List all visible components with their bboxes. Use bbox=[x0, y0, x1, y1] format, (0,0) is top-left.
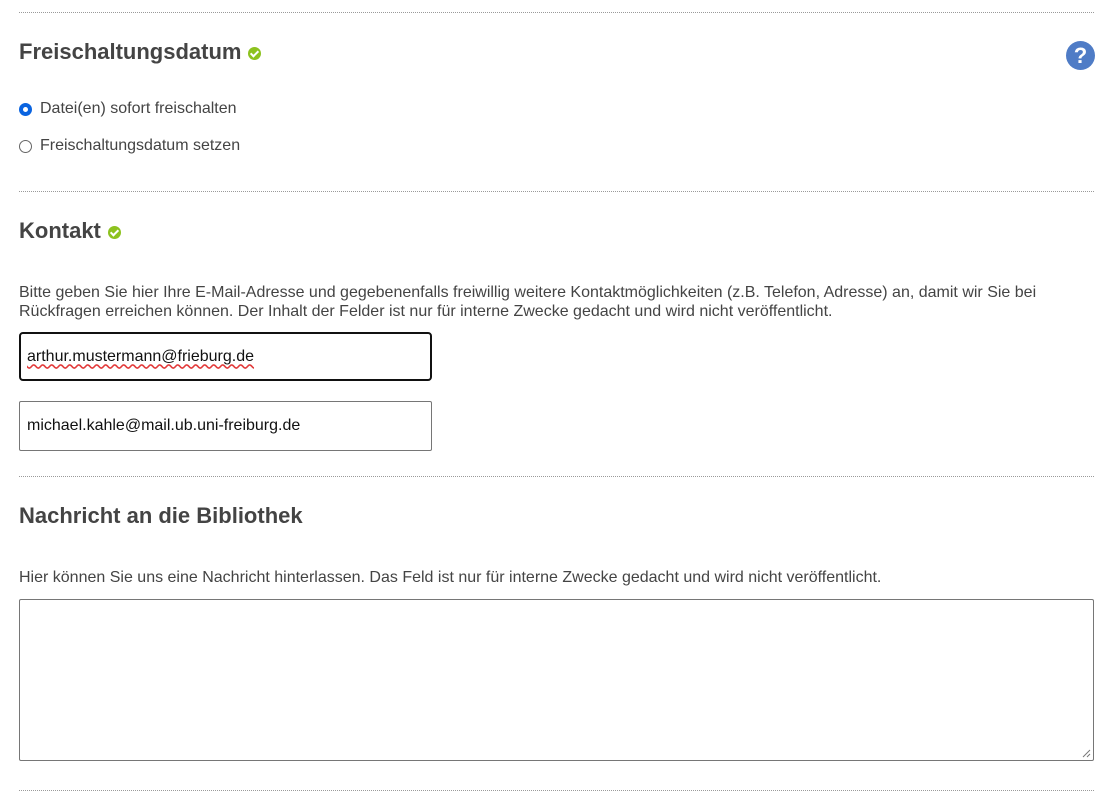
check-circle-icon bbox=[107, 225, 121, 239]
message-title: Nachricht an die Bibliothek bbox=[19, 503, 303, 528]
help-icon[interactable]: ? bbox=[1066, 41, 1095, 70]
check-circle-icon bbox=[248, 46, 262, 60]
radio-set-release-date[interactable]: Freischaltungsdatum setzen bbox=[19, 137, 240, 155]
section-title-message: Nachricht an die Bibliothek bbox=[19, 505, 303, 527]
email-field-value: arthur.mustermann@frieburg.de bbox=[27, 347, 255, 365]
radio-button-checked[interactable] bbox=[19, 102, 32, 116]
radio-label: Datei(en) sofort freischalten bbox=[40, 100, 237, 117]
top-divider bbox=[19, 12, 1094, 13]
email-field-secondary[interactable]: michael.kahle@mail.ub.uni-freiburg.de bbox=[19, 401, 432, 451]
contact-description: Bitte geben Sie hier Ihre E-Mail-Adresse… bbox=[19, 284, 1037, 320]
section-title-contact: Kontakt bbox=[19, 220, 121, 242]
message-textarea[interactable] bbox=[19, 599, 1094, 761]
email-field-primary[interactable]: arthur.mustermann@frieburg.de bbox=[19, 332, 432, 381]
resize-grip-icon[interactable] bbox=[1081, 748, 1091, 758]
radio-release-now[interactable]: Datei(en) sofort freischalten bbox=[19, 100, 237, 118]
email-field-value: michael.kahle@mail.ub.uni-freiburg.de bbox=[27, 417, 301, 434]
release-date-title: Freischaltungsdatum bbox=[19, 39, 242, 64]
radio-label: Freischaltungsdatum setzen bbox=[40, 137, 241, 154]
message-description: Hier können Sie uns eine Nachricht hinte… bbox=[19, 569, 882, 586]
bottom-divider bbox=[19, 790, 1094, 791]
section-divider bbox=[19, 191, 1094, 192]
contact-title: Kontakt bbox=[19, 218, 101, 243]
radio-button-unchecked[interactable] bbox=[19, 139, 32, 153]
section-divider bbox=[19, 476, 1094, 477]
section-title-release-date: Freischaltungsdatum bbox=[19, 39, 262, 64]
